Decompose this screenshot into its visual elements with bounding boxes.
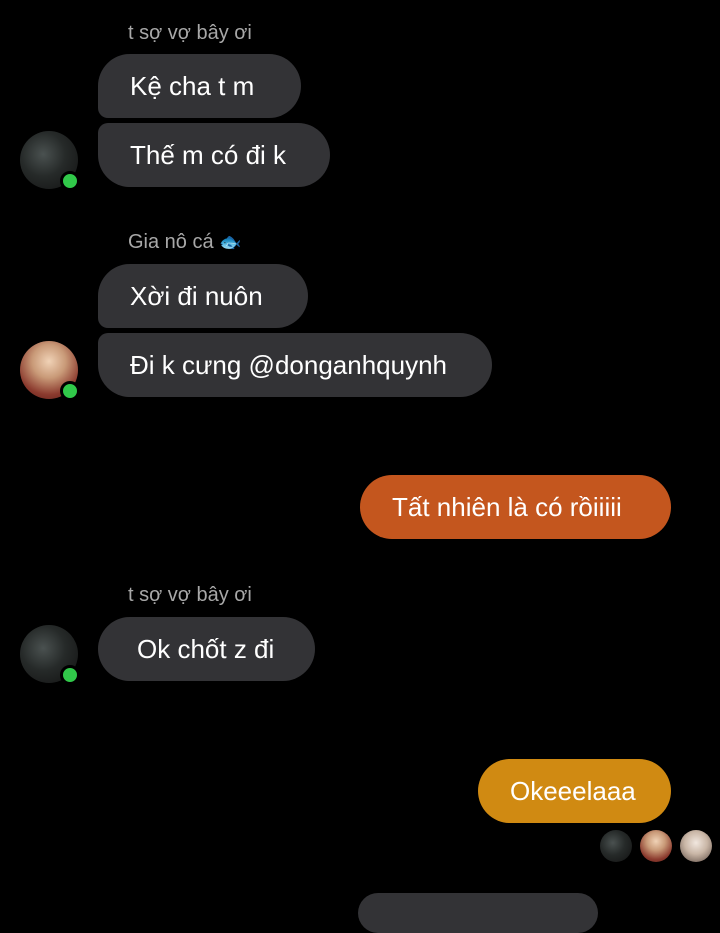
seen-avatar bbox=[680, 830, 712, 862]
outgoing-message-bubble[interactable]: Tất nhiên là có rồiiiii bbox=[360, 475, 671, 539]
online-status-dot bbox=[60, 171, 80, 191]
message-bubble[interactable]: Thế m có đi k bbox=[98, 123, 330, 187]
seen-avatar bbox=[640, 830, 672, 862]
partial-message-bubble[interactable] bbox=[358, 893, 598, 933]
sender-label: Gia nô cá 🐟 bbox=[128, 231, 242, 254]
outgoing-message-bubble[interactable]: Okeeelaaa bbox=[478, 759, 671, 823]
online-status-dot bbox=[60, 381, 80, 401]
fish-emoji-icon: 🐟 bbox=[219, 232, 242, 252]
message-bubble[interactable]: Đi k cưng @donganhquynh bbox=[98, 333, 492, 397]
online-status-dot bbox=[60, 665, 80, 685]
sender-name: t sợ vợ bây ơi bbox=[128, 22, 252, 44]
message-bubble[interactable]: Xời đi nuôn bbox=[98, 264, 308, 328]
seen-avatar bbox=[600, 830, 632, 862]
message-bubble[interactable]: Kệ cha t m bbox=[98, 54, 301, 118]
message-bubble[interactable]: Ok chốt z đi bbox=[98, 617, 315, 681]
sender-name: Gia nô cá bbox=[128, 231, 214, 253]
sender-name: t sợ vợ bây ơi bbox=[128, 584, 252, 606]
